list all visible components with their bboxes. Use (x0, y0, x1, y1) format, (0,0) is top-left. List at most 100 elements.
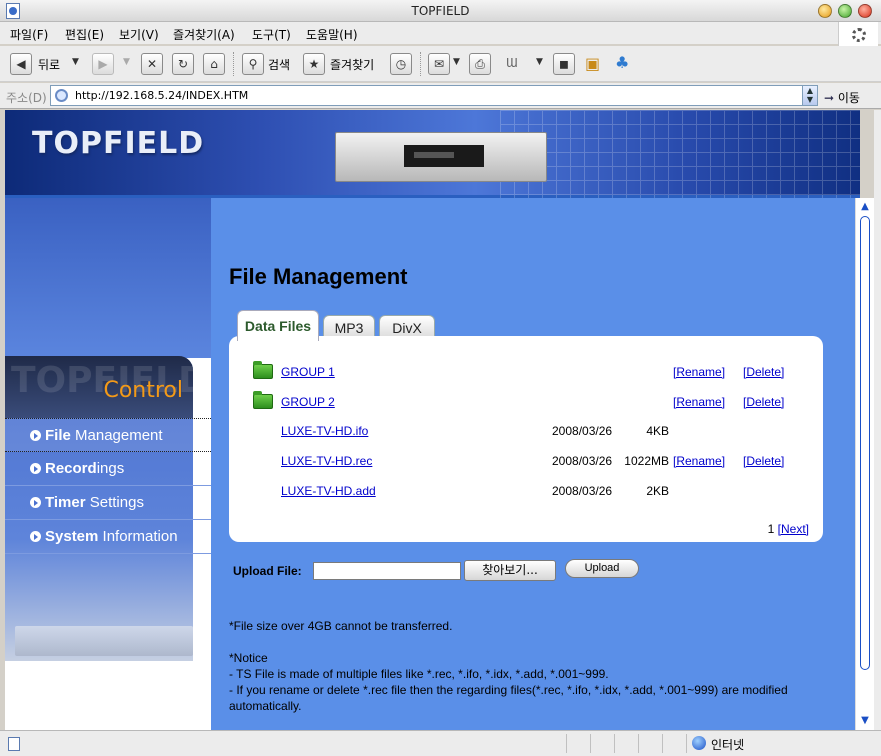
forward-dropdown-icon[interactable]: ▼ (123, 57, 130, 67)
toolbar-separator (420, 52, 421, 76)
menu-tools[interactable]: 도구(T) (252, 26, 291, 43)
notice-title: *Notice (229, 651, 268, 665)
internet-zone-globe-icon (692, 736, 706, 750)
left-blue-band (5, 198, 211, 358)
file-name-link[interactable]: LUXE-TV-HD.ifo (281, 424, 368, 438)
mail-dropdown-icon[interactable]: ▼ (453, 57, 460, 67)
file-date: 2008/03/26 (552, 484, 613, 498)
scroll-down-icon[interactable]: ▼ (859, 715, 871, 727)
mail-icon[interactable]: ✉ (428, 53, 450, 75)
search-button-label[interactable]: 검색 (268, 56, 290, 73)
rename-link[interactable]: [Rename] (673, 454, 725, 468)
sidebar-item-timer-settings[interactable]: Timer Settings (5, 486, 211, 520)
file-name-link[interactable]: LUXE-TV-HD.rec (281, 454, 372, 468)
menu-edit[interactable]: 편집(E) (65, 26, 104, 43)
arrow-bullet-icon (30, 463, 41, 474)
upload-file-input[interactable] (313, 562, 461, 580)
discuss-icon[interactable]: ◼ (553, 53, 575, 75)
sidebar-item-label: Timer Settings (45, 494, 144, 511)
address-dropdown-icon[interactable]: ▲ ▼ (802, 86, 817, 105)
status-cell (566, 734, 567, 753)
window-right-edge (874, 110, 881, 730)
file-row: GROUP 2 [Rename] [Delete] (229, 391, 823, 416)
main-content: File Management Data Files MP3 DivX GROU… (211, 198, 860, 730)
address-label: 주소(D) (6, 91, 47, 105)
sidebar-item-system-information[interactable]: System Information (5, 520, 211, 554)
tab-data-files[interactable]: Data Files (237, 310, 319, 341)
upload-file-label: Upload File: (233, 564, 302, 578)
maximize-button[interactable] (838, 4, 852, 18)
sidebar-item-file-management[interactable]: File Management (5, 418, 211, 452)
receiver-reflection-image (15, 626, 193, 656)
back-arrow-icon[interactable]: ◀ (10, 53, 32, 75)
address-url[interactable]: http://192.168.5.24/INDEX.HTM (75, 89, 248, 102)
edit-icon[interactable]: Ɯ (506, 56, 518, 70)
minimize-button[interactable] (818, 4, 832, 18)
sidebar-item-label: System Information (45, 528, 178, 545)
notice-line-1: - TS File is made of multiple files like… (229, 667, 609, 681)
file-row: LUXE-TV-HD.rec 2008/03/26 1022MB [Rename… (229, 451, 823, 475)
pagination: 1 [Next] (768, 522, 809, 536)
favorites-button-label[interactable]: 즐겨찾기 (330, 56, 374, 73)
search-icon[interactable]: ⚲ (242, 53, 264, 75)
menu-help[interactable]: 도움말(H) (306, 26, 358, 43)
menu-view[interactable]: 보기(V) (119, 26, 159, 43)
rename-link[interactable]: [Rename] (673, 395, 725, 409)
history-clock-icon[interactable]: ◷ (390, 53, 412, 75)
page-globe-icon (55, 89, 68, 102)
vertical-scrollbar[interactable]: ▲ ▼ (855, 198, 874, 730)
file-name-link[interactable]: GROUP 2 (281, 395, 335, 409)
receiver-image (335, 132, 547, 182)
page-done-icon (8, 737, 20, 751)
stop-icon[interactable]: ✕ (141, 53, 163, 75)
research-icon[interactable]: ▣ (585, 54, 600, 73)
home-icon[interactable]: ⌂ (203, 53, 225, 75)
upload-button[interactable]: Upload (565, 559, 639, 578)
banner-grid (500, 110, 860, 198)
topfield-logo: TOPFIELD (32, 126, 205, 161)
close-button[interactable] (858, 4, 872, 18)
window-title: TOPFIELD (411, 4, 470, 18)
file-date: 2008/03/26 (552, 454, 613, 468)
loading-throbber-icon (838, 22, 878, 48)
file-list-panel: GROUP 1 [Rename] [Delete] GROUP 2 [Renam… (229, 336, 823, 542)
file-row: LUXE-TV-HD.add 2008/03/26 2KB (229, 481, 823, 505)
back-button-label[interactable]: 뒤로 (38, 56, 60, 73)
next-page-link[interactable]: [Next] (778, 522, 809, 536)
back-dropdown-icon[interactable]: ▼ (72, 57, 79, 67)
file-size: 4KB (646, 424, 669, 438)
current-page: 1 (767, 522, 775, 536)
status-cell (590, 734, 591, 753)
rename-link[interactable]: [Rename] (673, 365, 725, 379)
size-limit-note: *File size over 4GB cannot be transferre… (229, 619, 453, 633)
control-heading: Control (103, 378, 183, 403)
delete-link[interactable]: [Delete] (743, 365, 784, 379)
browse-button[interactable]: 찾아보기... (464, 560, 556, 581)
menu-favorites[interactable]: 즐겨찾기(A) (173, 26, 235, 43)
sidebar-item-recordings[interactable]: Recordings (5, 452, 211, 486)
status-cell (686, 734, 687, 753)
file-size: 2KB (646, 484, 669, 498)
favorites-star-icon[interactable]: ★ (303, 53, 325, 75)
status-cell (662, 734, 663, 753)
file-row: GROUP 1 [Rename] [Delete] (229, 361, 823, 386)
left-column: TOPFIELD Control File Management Recordi… (5, 198, 211, 730)
refresh-icon[interactable]: ↻ (172, 53, 194, 75)
messenger-icon[interactable]: ♣ (615, 53, 629, 72)
print-icon[interactable]: ⎙ (469, 53, 491, 75)
file-name-link[interactable]: GROUP 1 (281, 365, 335, 379)
page-title: File Management (229, 264, 408, 289)
go-label: 이동 (837, 91, 860, 105)
scroll-thumb[interactable] (860, 216, 870, 670)
delete-link[interactable]: [Delete] (743, 395, 784, 409)
delete-link[interactable]: [Delete] (743, 454, 784, 468)
address-input[interactable]: http://192.168.5.24/INDEX.HTM ▲ ▼ (50, 85, 818, 106)
toolbar-separator (233, 52, 234, 76)
file-name-link[interactable]: LUXE-TV-HD.add (281, 484, 376, 498)
forward-arrow-icon[interactable]: ▶ (92, 53, 114, 75)
go-arrow-icon: ➞ (824, 91, 835, 105)
edit-dropdown-icon[interactable]: ▼ (536, 57, 543, 67)
scroll-up-icon[interactable]: ▲ (859, 201, 871, 213)
go-button[interactable]: ➞ 이동 (824, 89, 860, 106)
menu-file[interactable]: 파일(F) (10, 26, 48, 43)
